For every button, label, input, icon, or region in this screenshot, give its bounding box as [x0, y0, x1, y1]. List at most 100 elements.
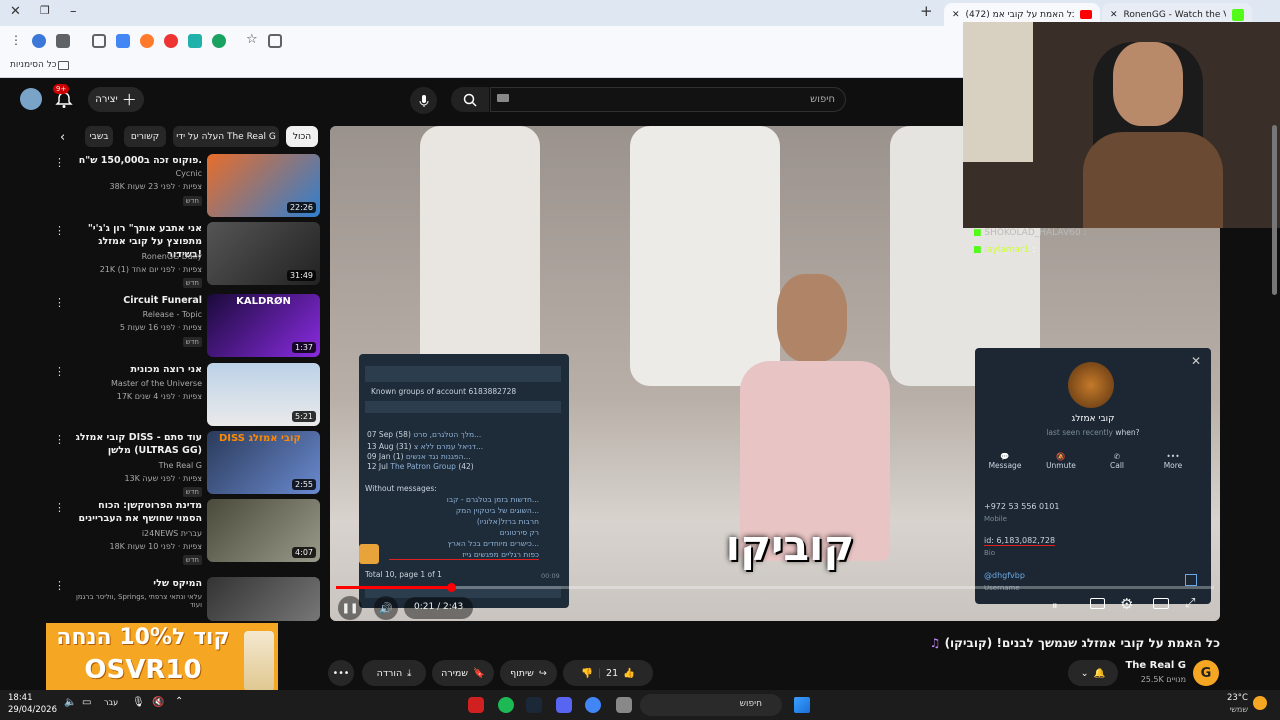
extension-icon[interactable] — [188, 34, 202, 48]
autoplay-toggle-icon[interactable]: ⏸ — [1052, 599, 1058, 613]
username[interactable]: @dhgfvbp — [984, 571, 1025, 580]
chevron-left-icon[interactable]: ‹ — [60, 130, 65, 145]
search-input[interactable]: חיפוש — [490, 87, 846, 112]
subtitles-icon[interactable] — [1090, 598, 1105, 609]
video-thumbnail[interactable]: 4:07 — [207, 499, 320, 562]
tab-close-icon[interactable]: ✕ — [1110, 10, 1118, 20]
related-video-item[interactable]: 4:07 מדינת הפרוטקשן: הכוח הסמוי שחושף את… — [50, 499, 320, 565]
fullscreen-icon[interactable]: ⤢ — [1185, 596, 1195, 611]
keyboard-icon[interactable] — [497, 94, 509, 102]
more-action[interactable]: ••• More — [1153, 452, 1193, 470]
settings-gear-icon[interactable]: ⚙ — [1120, 595, 1133, 613]
more-options-icon[interactable]: ⋮ — [54, 224, 65, 237]
more-options-icon[interactable]: ⋮ — [54, 579, 65, 592]
extension-icon[interactable] — [56, 34, 70, 48]
avatar[interactable] — [20, 88, 42, 110]
related-video-item[interactable]: 5:21 אני רוצה מכונית Master of the Unive… — [50, 363, 320, 429]
spotify-icon[interactable] — [498, 697, 514, 713]
microphone-icon[interactable]: 🎙 — [132, 697, 145, 708]
channel-name[interactable]: The Real G — [62, 461, 202, 470]
speaker-icon[interactable]: 🔈 — [64, 697, 76, 708]
related-video-item[interactable]: KALDRØN 1:37 Circuit Funeral Release - T… — [50, 294, 320, 360]
chrome-icon[interactable] — [585, 697, 601, 713]
save-button[interactable]: שמירה 🔖 — [432, 660, 494, 686]
download-button[interactable]: הורדה ⤓ — [362, 660, 426, 686]
more-options-icon[interactable]: ⋮ — [54, 433, 65, 446]
tab-close-icon[interactable]: ✕ — [952, 10, 960, 20]
extension-icon[interactable] — [212, 34, 226, 48]
channel-avatar[interactable]: G — [1193, 660, 1219, 686]
search-button[interactable] — [451, 87, 489, 112]
call-action[interactable]: ✆ Call — [1097, 452, 1137, 470]
taskbar-search[interactable]: חיפוש — [640, 694, 782, 716]
promo-ad[interactable]: קוד ל10% הנחה OSVR10 — [46, 623, 278, 695]
pause-icon[interactable]: ❚❚ — [338, 596, 362, 620]
video-thumbnail[interactable]: KALDRØN 1:37 — [207, 294, 320, 357]
chip-live[interactable]: בשבי — [85, 126, 113, 147]
steam-icon[interactable] — [526, 697, 542, 713]
network-icon[interactable]: ▭ — [82, 697, 91, 708]
related-video-item[interactable]: DISS קובי אמזלג 2:55 קובי אמזלג DISS - ע… — [50, 431, 320, 497]
extension-icon[interactable] — [116, 34, 130, 48]
video-title[interactable]: אני רוצה מכונית — [72, 363, 202, 376]
related-video-item[interactable]: 22:26 פוקוס זכה ב150,000 ש"ח. Cycnic 38K… — [50, 154, 320, 220]
channel-name[interactable]: Release - Topic — [62, 310, 202, 319]
discord-icon[interactable] — [556, 697, 572, 713]
qr-icon[interactable] — [1185, 574, 1197, 586]
channel-name[interactable]: Master of the Universe — [62, 379, 202, 388]
subscribe-bell-button[interactable]: ⌄ 🔔 — [1068, 660, 1118, 686]
channel-name[interactable]: RonenGG Daily — [62, 252, 202, 261]
related-mix-item[interactable]: המיקס שלי ווליסר ברגמן, Springs, עלאי ונ… — [50, 577, 320, 621]
video-thumbnail[interactable]: 5:21 — [207, 363, 320, 426]
like-icon[interactable]: 👍 — [623, 668, 635, 679]
chip-related[interactable]: קשורים — [124, 126, 166, 147]
all-bookmarks-label[interactable]: כל הסימניות — [10, 60, 57, 70]
more-options-icon[interactable]: ⋮ — [54, 501, 65, 514]
sun-icon[interactable] — [1253, 696, 1267, 710]
more-actions-button[interactable]: ••• — [328, 660, 354, 686]
video-thumbnail[interactable]: DISS קובי אמזלג 2:55 — [207, 431, 320, 494]
new-tab-button[interactable]: + — [920, 2, 933, 20]
mute-icon[interactable]: 🔇 — [152, 697, 164, 708]
extension-icon[interactable] — [140, 34, 154, 48]
channel-name[interactable]: i24NEWS עברית — [62, 529, 202, 538]
video-title[interactable]: Circuit Funeral — [72, 294, 202, 307]
progress-track[interactable] — [336, 586, 1214, 589]
windows-start-icon[interactable] — [794, 697, 810, 713]
channel-name[interactable]: Cycnic — [62, 169, 202, 178]
video-thumbnail[interactable]: 31:49 — [207, 222, 320, 285]
restore-window-icon[interactable]: ❐ — [40, 4, 50, 17]
chip-all[interactable]: הכול — [286, 126, 318, 147]
app-icon[interactable] — [468, 697, 484, 713]
share-button[interactable]: שיתוף ↪ — [500, 660, 557, 686]
video-title[interactable]: פוקוס זכה ב150,000 ש"ח. — [72, 154, 202, 167]
video-title[interactable]: מדינת הפרוטקשן: הכוח הסמוי שחושף את העבר… — [72, 499, 202, 525]
clock-time[interactable]: 18:41 — [8, 693, 33, 703]
weather-temp[interactable]: 23°C — [1220, 693, 1248, 703]
chevron-up-icon[interactable]: ⌃ — [175, 696, 183, 707]
message-action[interactable]: 💬 Message — [985, 452, 1025, 470]
install-app-icon[interactable] — [268, 34, 282, 48]
progress-scrubber[interactable] — [447, 583, 456, 592]
extension-icon[interactable] — [164, 34, 178, 48]
menu-dots-icon[interactable]: ⋮ — [10, 33, 22, 47]
file-explorer-icon[interactable] — [616, 697, 632, 713]
miniplayer-icon[interactable] — [1153, 598, 1169, 609]
minimize-window-icon[interactable]: – — [70, 4, 77, 19]
profile-avatar[interactable] — [1068, 362, 1114, 408]
close-window-icon[interactable]: ✕ — [10, 4, 21, 19]
clock-date[interactable]: 29/04/2026 — [8, 705, 57, 715]
more-options-icon[interactable]: ⋮ — [54, 296, 65, 309]
more-options-icon[interactable]: ⋮ — [54, 156, 65, 169]
more-options-icon[interactable]: ⋮ — [54, 365, 65, 378]
profile-icon[interactable] — [32, 34, 46, 48]
video-title[interactable]: קובי אמזלג DISS - עוד סתם מלשן (ULTRAS G… — [72, 431, 202, 457]
related-video-item[interactable]: 31:49 "אני אתבע אותך" רון ג'ג'י מתפוצץ ע… — [50, 222, 320, 288]
video-thumbnail[interactable]: 22:26 — [207, 154, 320, 217]
page-scrollbar[interactable] — [1272, 125, 1277, 295]
video-title[interactable]: המיקס שלי — [72, 577, 202, 590]
chip-from-channel[interactable]: העלה על ידי The Real G — [173, 126, 279, 147]
volume-icon[interactable]: 🔊 — [374, 596, 398, 620]
unmute-action[interactable]: 🔕 Unmute — [1041, 452, 1081, 470]
create-button[interactable]: יצירה ＋ — [88, 87, 144, 112]
